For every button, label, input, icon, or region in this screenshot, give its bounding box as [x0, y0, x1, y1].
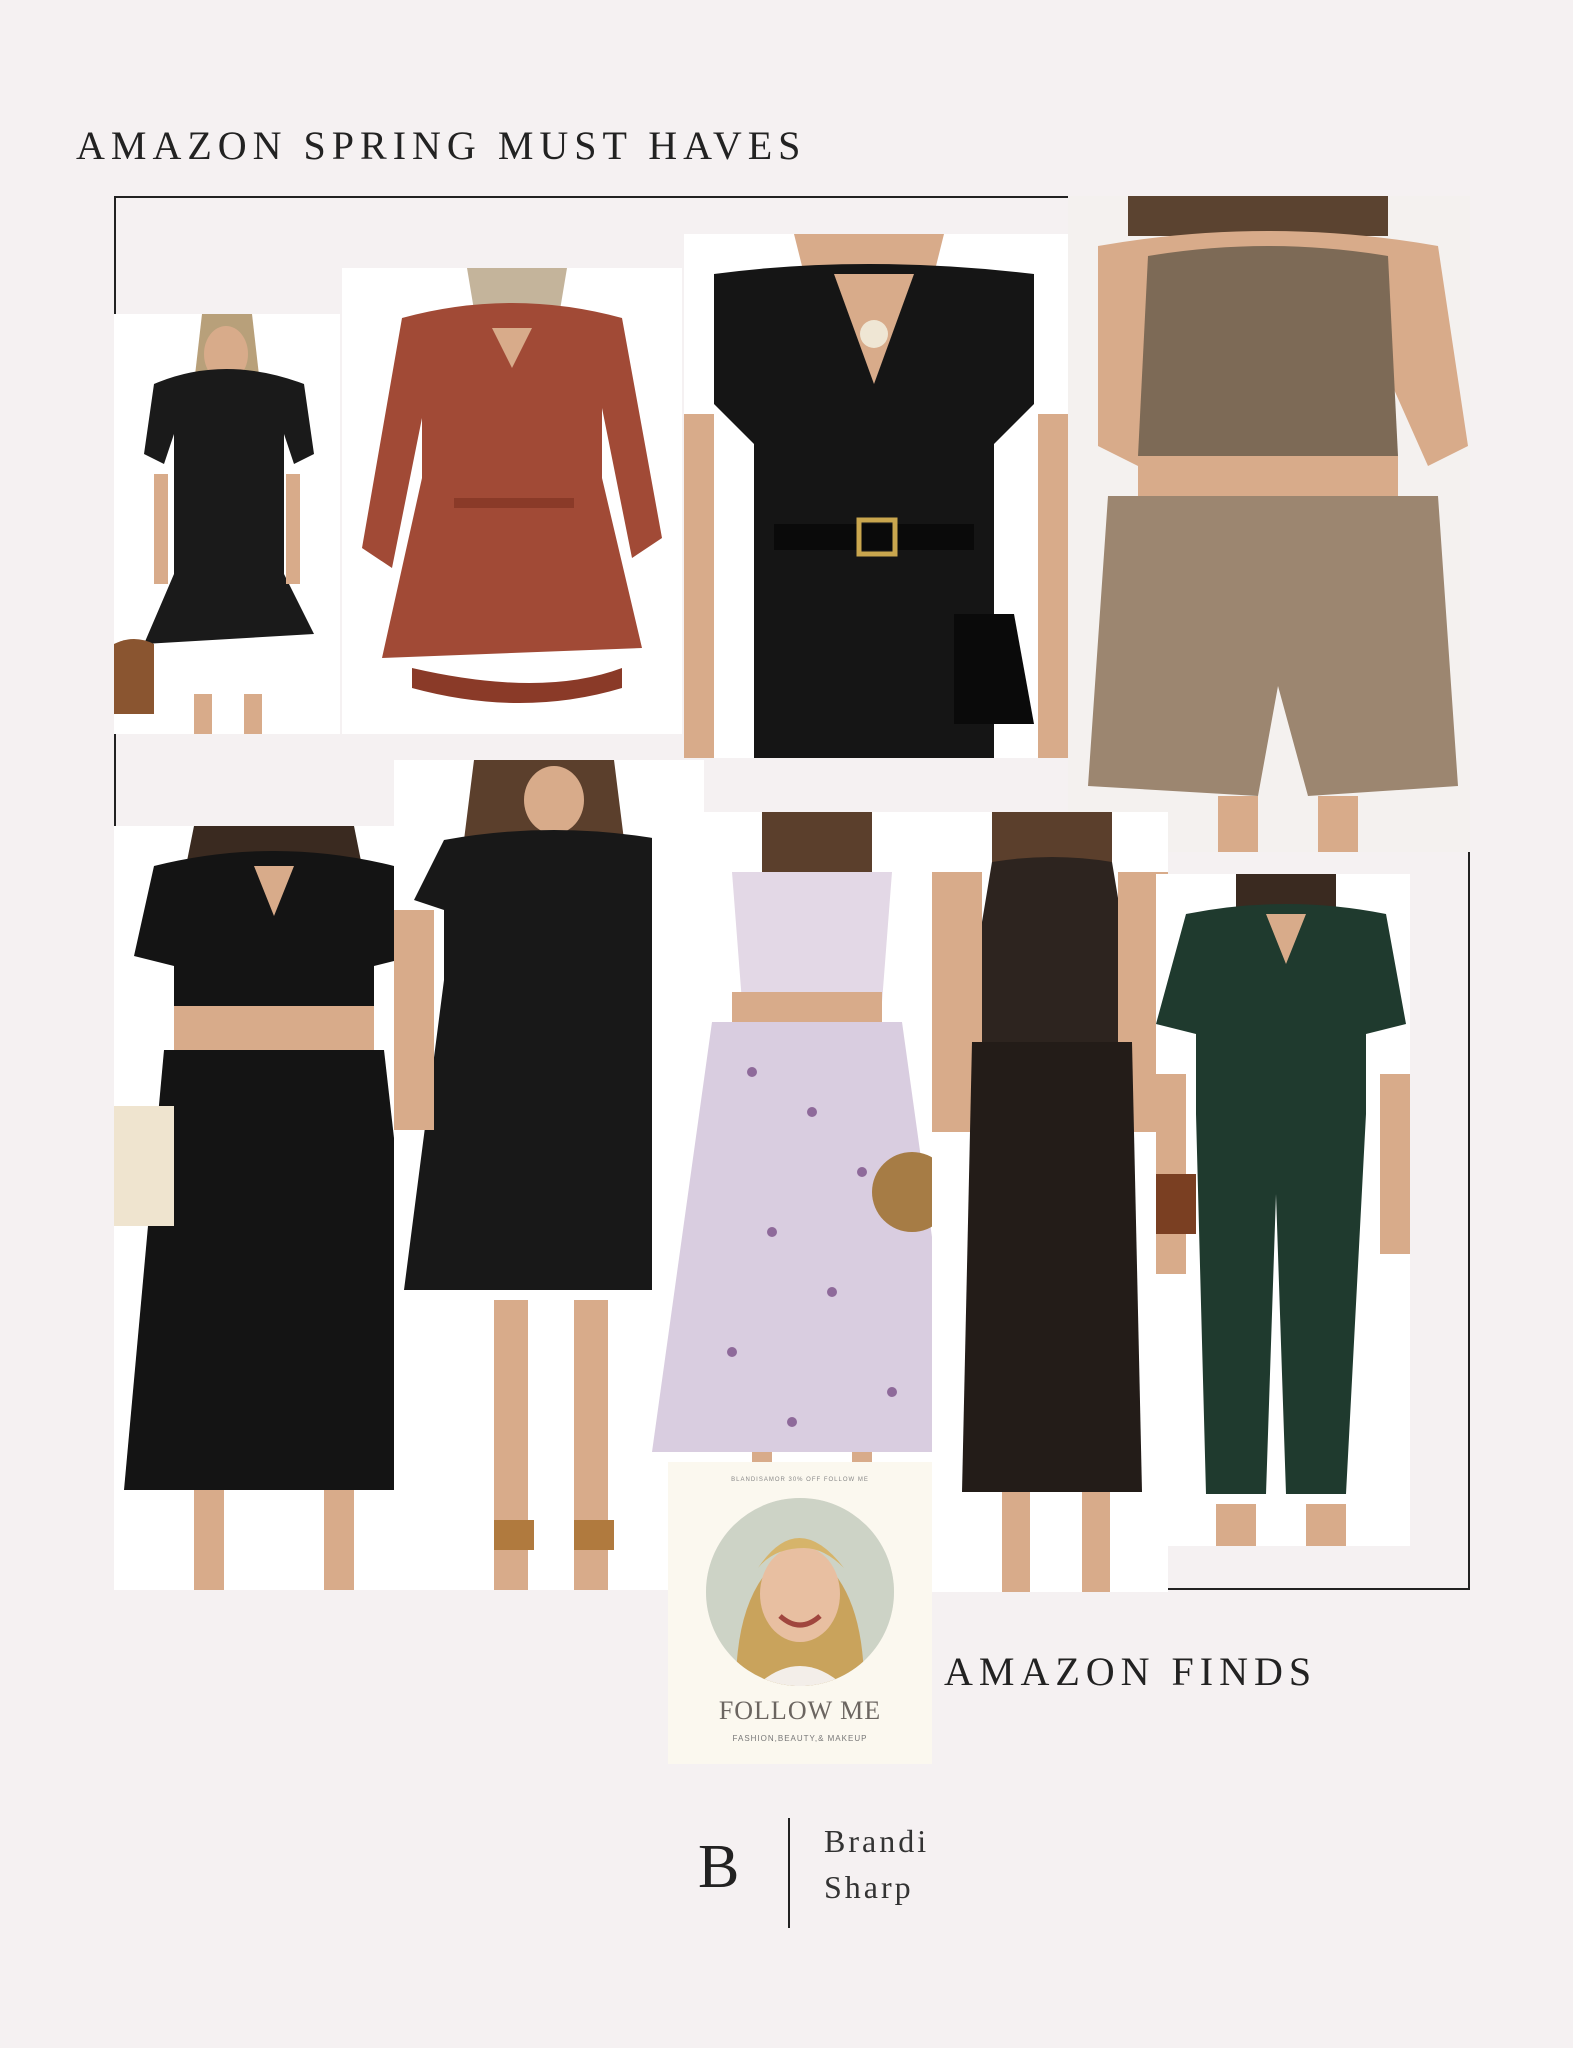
brand-name: Brandi Sharp: [824, 1818, 929, 1910]
green-wrap-jumpsuit-photo[interactable]: [1156, 874, 1410, 1546]
rust-long-sleeve-mini-dress-photo[interactable]: [342, 268, 682, 734]
brand-initial-logo: B: [698, 1833, 740, 1901]
black-wrap-top-maxi-skirt-set-photo[interactable]: [114, 826, 434, 1590]
follow-card-small-text: BLANDISAMOR 30% OFF FOLLOW ME: [731, 1477, 869, 1483]
avatar: [706, 1498, 894, 1686]
taupe-crop-top-shorts-set-photo[interactable]: [1068, 196, 1470, 852]
follow-me-title: FOLLOW ME: [718, 1696, 882, 1725]
black-ruffle-mini-dress-photo[interactable]: [114, 314, 340, 734]
blonde-woman-avatar-icon: [706, 1498, 894, 1686]
black-belted-jumpsuit-photo[interactable]: [684, 234, 1068, 758]
follow-me-subtitle: FASHION,BEAUTY,& MAKEUP: [732, 1734, 868, 1743]
follow-me-card[interactable]: BLANDISAMOR 30% OFF FOLLOW ME FOLLOW ME …: [668, 1462, 932, 1764]
brand-divider: [788, 1818, 790, 1928]
page-title: AMAZON SPRING MUST HAVES: [76, 123, 807, 168]
amazon-finds-label: AMAZON FINDS: [944, 1649, 1318, 1694]
brand-first-name: Brandi: [824, 1823, 930, 1859]
brown-halter-maxi-dress-photo[interactable]: [932, 812, 1168, 1592]
brand-last-name: Sharp: [824, 1869, 914, 1905]
floral-one-shoulder-skirt-set-photo[interactable]: [652, 812, 958, 1502]
